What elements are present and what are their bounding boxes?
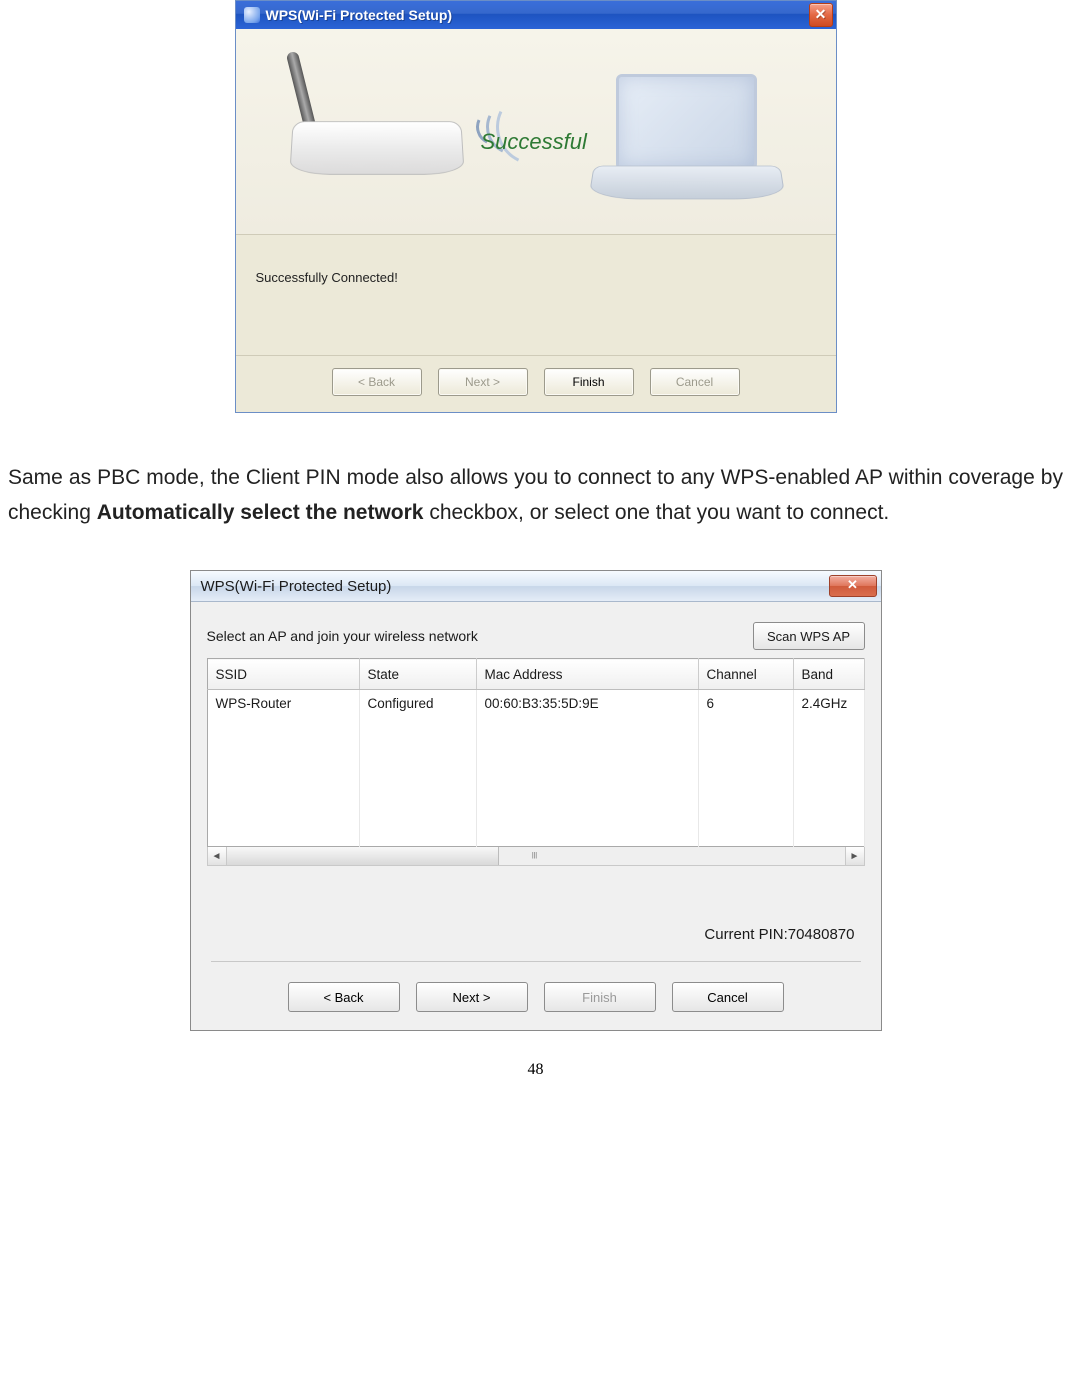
cell-ssid: WPS-Router xyxy=(207,690,359,717)
dialog2-button-row: < Back Next > Finish Cancel xyxy=(191,968,881,1030)
separator xyxy=(211,961,861,962)
table-row-empty[interactable] xyxy=(207,742,864,768)
wps-success-dialog: WPS(Wi-Fi Protected Setup) ✕ Successful … xyxy=(235,0,837,413)
dialog1-app-icon xyxy=(244,7,260,23)
dialog1-titlebar[interactable]: WPS(Wi-Fi Protected Setup) ✕ xyxy=(236,1,836,29)
cell-channel: 6 xyxy=(698,690,793,717)
scan-wps-ap-button[interactable]: Scan WPS AP xyxy=(753,622,865,650)
horizontal-scrollbar[interactable]: ◄ Ⅲ ► xyxy=(207,847,865,866)
table-row-empty[interactable] xyxy=(207,716,864,742)
scrollbar-grip-icon: Ⅲ xyxy=(531,851,539,862)
page-number: 48 xyxy=(0,1061,1071,1079)
dialog1-button-row: < Back Next > Finish Cancel xyxy=(236,355,836,412)
table-row-empty[interactable] xyxy=(207,820,864,847)
next-button[interactable]: Next > xyxy=(416,982,528,1012)
cancel-button[interactable]: Cancel xyxy=(650,368,740,396)
col-header-ssid[interactable]: SSID xyxy=(207,659,359,690)
col-header-state[interactable]: State xyxy=(359,659,476,690)
finish-button[interactable]: Finish xyxy=(544,982,656,1012)
wps-select-ap-dialog: WPS(Wi-Fi Protected Setup) ✕ Select an A… xyxy=(190,570,882,1031)
cell-band: 2.4GHz xyxy=(793,690,864,717)
table-header-row: SSID State Mac Address Channel Band xyxy=(207,659,864,690)
laptop-icon xyxy=(591,74,781,214)
dialog2-title: WPS(Wi-Fi Protected Setup) xyxy=(201,578,829,595)
dialog1-illustration: Successful xyxy=(236,29,836,235)
col-header-mac[interactable]: Mac Address xyxy=(476,659,698,690)
wifi-signal-icon xyxy=(476,79,576,169)
finish-button[interactable]: Finish xyxy=(544,368,634,396)
scrollbar-thumb[interactable] xyxy=(227,847,500,865)
back-button[interactable]: < Back xyxy=(332,368,422,396)
current-pin-label: Current PIN: xyxy=(704,926,787,943)
close-icon[interactable]: ✕ xyxy=(829,575,877,597)
scroll-left-icon[interactable]: ◄ xyxy=(208,847,227,865)
document-page: WPS(Wi-Fi Protected Setup) ✕ Successful … xyxy=(0,0,1071,1119)
select-ap-instruction: Select an AP and join your wireless netw… xyxy=(207,628,753,644)
table-row-empty[interactable] xyxy=(207,768,864,794)
dialog2-titlebar[interactable]: WPS(Wi-Fi Protected Setup) ✕ xyxy=(191,571,881,602)
cell-state: Configured xyxy=(359,690,476,717)
col-header-band[interactable]: Band xyxy=(793,659,864,690)
router-icon xyxy=(291,89,476,194)
scroll-right-icon[interactable]: ► xyxy=(845,847,864,865)
cancel-button[interactable]: Cancel xyxy=(672,982,784,1012)
instruction-paragraph: Same as PBC mode, the Client PIN mode al… xyxy=(8,461,1063,530)
close-icon[interactable]: ✕ xyxy=(809,3,833,27)
back-button[interactable]: < Back xyxy=(288,982,400,1012)
paragraph-post: checkbox, or select one that you want to… xyxy=(423,501,889,524)
successful-label: Successful xyxy=(481,129,587,155)
table-row-empty[interactable] xyxy=(207,794,864,820)
col-header-channel[interactable]: Channel xyxy=(698,659,793,690)
next-button[interactable]: Next > xyxy=(438,368,528,396)
table-row[interactable]: WPS-RouterConfigured00:60:B3:35:5D:9E62.… xyxy=(207,690,864,717)
current-pin-value: 70480870 xyxy=(788,926,855,943)
ap-list-table[interactable]: SSID State Mac Address Channel Band WPS-… xyxy=(207,658,865,847)
dialog1-status-text: Successfully Connected! xyxy=(236,235,836,355)
cell-mac: 00:60:B3:35:5D:9E xyxy=(476,690,698,717)
paragraph-bold: Automatically select the network xyxy=(97,501,424,524)
dialog1-title: WPS(Wi-Fi Protected Setup) xyxy=(266,7,809,23)
current-pin-row: Current PIN:70480870 xyxy=(207,866,865,953)
scrollbar-track[interactable]: Ⅲ xyxy=(227,847,845,865)
